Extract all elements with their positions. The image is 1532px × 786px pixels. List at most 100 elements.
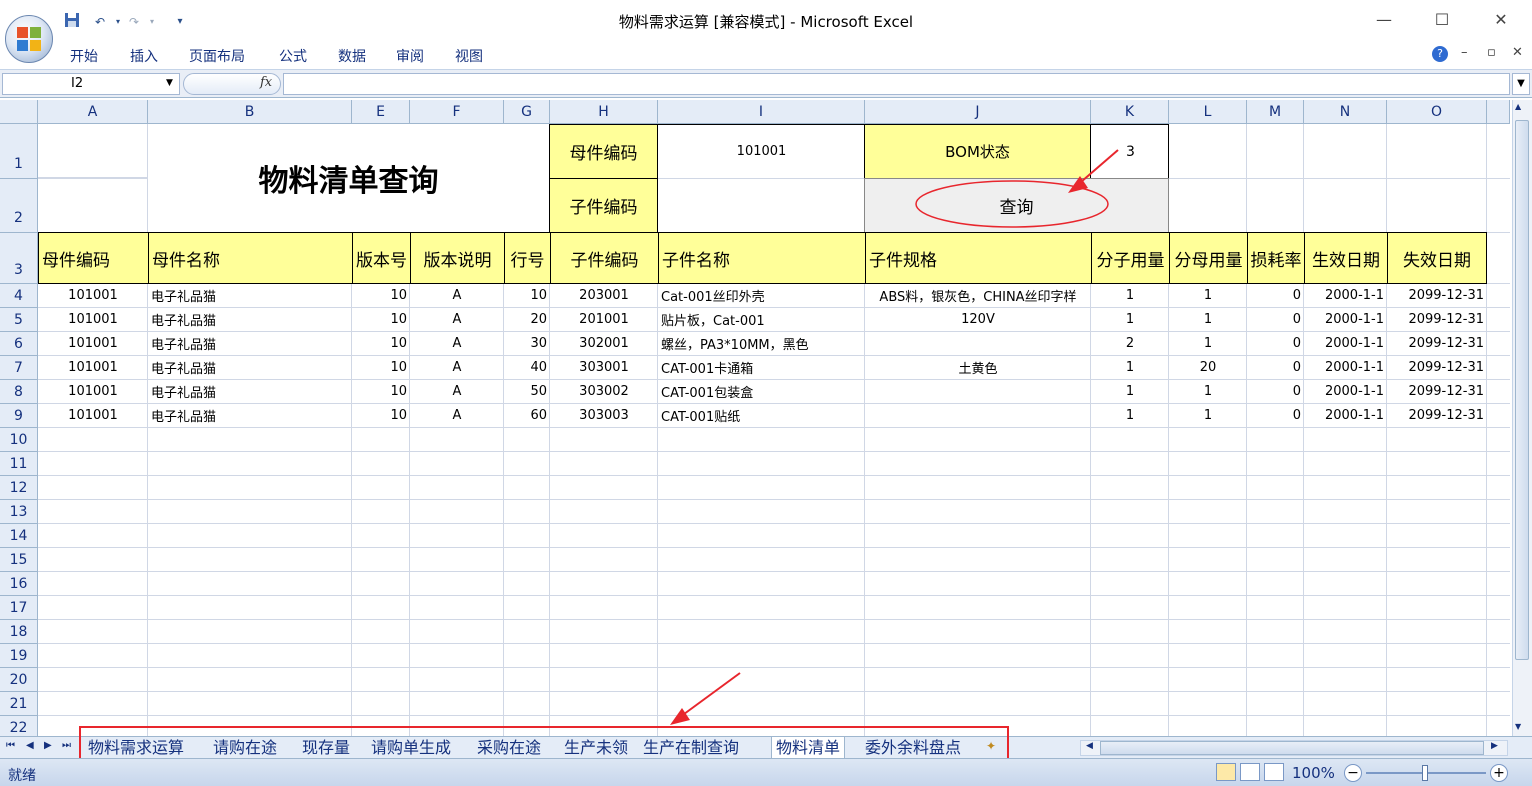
col-header-n[interactable]: N	[1304, 100, 1387, 124]
name-box[interactable]: I2	[2, 73, 180, 95]
col-header-i[interactable]: I	[658, 100, 865, 124]
row-header-12[interactable]: 12	[0, 476, 38, 500]
cell-child-spec[interactable]: 120V	[865, 308, 1091, 331]
cell-parent-name[interactable]: 电子礼品猫	[148, 404, 352, 427]
prev-sheet-icon[interactable]: ◀	[26, 740, 34, 751]
cell-numerator[interactable]: 1	[1091, 356, 1169, 379]
row-header-21[interactable]: 21	[0, 692, 38, 716]
row-header-2[interactable]: 2	[0, 179, 38, 233]
row-header-22[interactable]: 22	[0, 716, 38, 736]
cell-parent-code[interactable]: 101001	[38, 404, 148, 427]
cell-effective-date[interactable]: 2000-1-1	[1304, 380, 1387, 403]
workbook-minimize-button[interactable]: –	[1461, 45, 1468, 60]
cell-effective-date[interactable]: 2000-1-1	[1304, 404, 1387, 427]
row-header-9[interactable]: 9	[0, 404, 38, 428]
row-header-5[interactable]: 5	[0, 308, 38, 332]
cell-parent-code[interactable]: 101001	[38, 308, 148, 331]
expand-formula-bar-icon[interactable]: ▼	[1512, 73, 1530, 95]
first-sheet-icon[interactable]: ⏮	[6, 740, 15, 751]
zoom-out-button[interactable]: −	[1344, 764, 1362, 782]
cell-version-desc[interactable]: A	[410, 332, 504, 355]
cell-line-no[interactable]: 10	[504, 284, 550, 307]
cell-loss-rate[interactable]: 0	[1247, 284, 1304, 307]
row-header-19[interactable]: 19	[0, 644, 38, 668]
insert-function-icon[interactable]: fx	[260, 75, 272, 90]
zoom-level[interactable]: 100%	[1292, 764, 1335, 782]
child-code-input[interactable]	[658, 179, 865, 232]
tab-formulas[interactable]: 公式	[279, 46, 307, 66]
cell-child-code[interactable]: 303003	[550, 404, 658, 427]
cell-parent-name[interactable]: 电子礼品猫	[148, 284, 352, 307]
scroll-down-icon[interactable]: ▼	[1515, 722, 1521, 731]
cell-numerator[interactable]: 1	[1091, 404, 1169, 427]
cell-numerator[interactable]: 2	[1091, 332, 1169, 355]
cell-child-code[interactable]: 303001	[550, 356, 658, 379]
page-break-view-icon[interactable]	[1264, 763, 1284, 781]
row-header-1[interactable]: 1	[0, 124, 38, 179]
minimize-button[interactable]: —	[1372, 8, 1396, 32]
row-header-7[interactable]: 7	[0, 356, 38, 380]
row-header-18[interactable]: 18	[0, 620, 38, 644]
cell-loss-rate[interactable]: 0	[1247, 404, 1304, 427]
vertical-scroll-thumb[interactable]	[1515, 120, 1529, 660]
cell-child-spec[interactable]	[865, 380, 1091, 403]
cell-parent-code[interactable]: 101001	[38, 356, 148, 379]
cell-effective-date[interactable]: 2000-1-1	[1304, 284, 1387, 307]
cell-denominator[interactable]: 20	[1169, 356, 1247, 379]
row-header-15[interactable]: 15	[0, 548, 38, 572]
col-header-b[interactable]: B	[148, 100, 352, 124]
tab-insert[interactable]: 插入	[130, 46, 158, 66]
cell-child-spec[interactable]	[865, 404, 1091, 427]
col-header-e[interactable]: E	[352, 100, 410, 124]
normal-view-icon[interactable]	[1216, 763, 1236, 781]
cell-expiry-date[interactable]: 2099-12-31	[1387, 308, 1487, 331]
cell-effective-date[interactable]: 2000-1-1	[1304, 356, 1387, 379]
cell-loss-rate[interactable]: 0	[1247, 356, 1304, 379]
tab-page-layout[interactable]: 页面布局	[189, 46, 245, 66]
cell-loss-rate[interactable]: 0	[1247, 380, 1304, 403]
col-header-partial[interactable]	[1487, 100, 1510, 124]
cell-version-desc[interactable]: A	[410, 380, 504, 403]
cell-line-no[interactable]: 40	[504, 356, 550, 379]
col-header-j[interactable]: J	[865, 100, 1091, 124]
next-sheet-icon[interactable]: ▶	[44, 740, 52, 751]
close-button[interactable]: ✕	[1489, 8, 1513, 32]
cell-child-name[interactable]: 贴片板，Cat-001	[658, 308, 865, 331]
col-header-a[interactable]: A	[38, 100, 148, 124]
row-header-4[interactable]: 4	[0, 284, 38, 308]
cell-effective-date[interactable]: 2000-1-1	[1304, 332, 1387, 355]
col-header-l[interactable]: L	[1169, 100, 1247, 124]
cell-denominator[interactable]: 1	[1169, 284, 1247, 307]
cell-numerator[interactable]: 1	[1091, 380, 1169, 403]
cell-parent-code[interactable]: 101001	[38, 332, 148, 355]
cell-numerator[interactable]: 1	[1091, 284, 1169, 307]
col-header-k[interactable]: K	[1091, 100, 1169, 124]
cell-version-desc[interactable]: A	[410, 284, 504, 307]
horizontal-scroll-thumb[interactable]	[1100, 741, 1484, 755]
cell-version[interactable]: 10	[352, 404, 410, 427]
tab-data[interactable]: 数据	[338, 46, 366, 66]
cell-line-no[interactable]: 30	[504, 332, 550, 355]
cell-child-name[interactable]: CAT-001包装盒	[658, 380, 865, 403]
col-header-m[interactable]: M	[1247, 100, 1304, 124]
scroll-up-icon[interactable]: ▲	[1515, 102, 1521, 111]
cell-expiry-date[interactable]: 2099-12-31	[1387, 284, 1487, 307]
tab-home[interactable]: 开始	[70, 46, 98, 66]
cell-version[interactable]: 10	[352, 380, 410, 403]
row-header-20[interactable]: 20	[0, 668, 38, 692]
tab-review[interactable]: 审阅	[396, 46, 424, 66]
cell-expiry-date[interactable]: 2099-12-31	[1387, 356, 1487, 379]
row-header-11[interactable]: 11	[0, 452, 38, 476]
last-sheet-icon[interactable]: ⏭	[62, 740, 71, 751]
col-header-f[interactable]: F	[410, 100, 504, 124]
cell-denominator[interactable]: 1	[1169, 308, 1247, 331]
cell-numerator[interactable]: 1	[1091, 308, 1169, 331]
parent-code-input[interactable]: 101001	[658, 124, 865, 178]
row-header-6[interactable]: 6	[0, 332, 38, 356]
row-header-14[interactable]: 14	[0, 524, 38, 548]
row-header-17[interactable]: 17	[0, 596, 38, 620]
cell-denominator[interactable]: 1	[1169, 332, 1247, 355]
cell-denominator[interactable]: 1	[1169, 404, 1247, 427]
workbook-close-button[interactable]: ✕	[1512, 45, 1523, 60]
cell-child-name[interactable]: Cat-001丝印外壳	[658, 284, 865, 307]
